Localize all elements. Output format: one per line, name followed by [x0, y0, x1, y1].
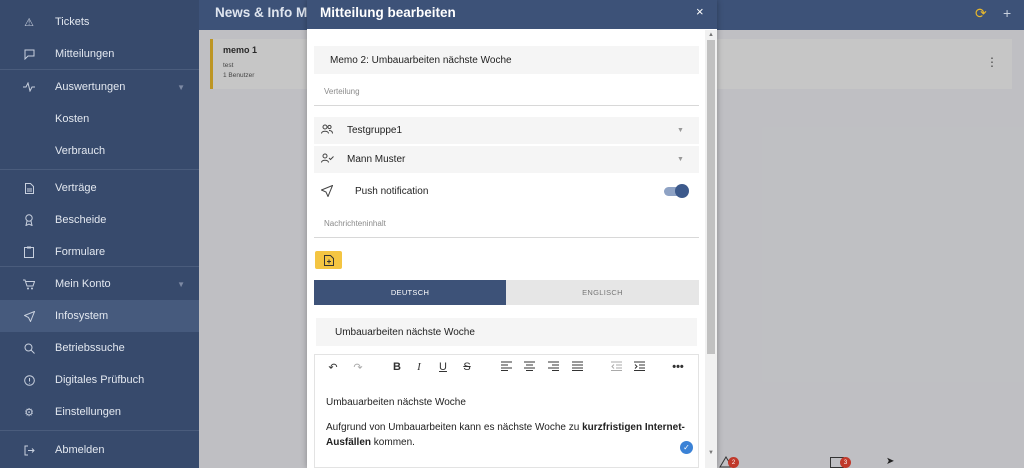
user-check-icon	[321, 153, 334, 166]
content-label: Nachrichteninhalt	[324, 219, 386, 228]
sidebar-item-formulare[interactable]: Formulare	[0, 236, 199, 268]
editor-body-text: Aufgrund von Umbauarbeiten kann es nächs…	[326, 422, 580, 433]
tab-englisch[interactable]: ENGLISCH	[506, 280, 699, 305]
scroll-up-icon[interactable]: ▲	[708, 32, 714, 38]
subject-value: Umbauarbeiten nächste Woche	[335, 326, 475, 338]
gear-icon: ⚙	[24, 406, 34, 419]
sidebar: ⚠ Tickets Mitteilungen Auswertungen ▼ Ko…	[0, 0, 199, 468]
undo-icon[interactable]: ↶	[326, 361, 340, 374]
search-icon	[22, 341, 36, 355]
caret-down-icon: ▼	[677, 127, 684, 134]
user-select-value: Mann Muster	[347, 154, 406, 165]
document-icon	[22, 181, 36, 195]
award-icon	[22, 213, 36, 227]
outdent-icon[interactable]	[609, 361, 623, 374]
sidebar-divider	[0, 266, 199, 267]
sidebar-item-label: Infosystem	[55, 310, 109, 322]
info-icon	[22, 373, 36, 387]
tab-deutsch[interactable]: DEUTSCH	[314, 280, 506, 305]
more-horizontal-icon[interactable]: •••	[671, 361, 685, 373]
sidebar-item-label: Bescheide	[55, 214, 107, 226]
close-icon[interactable]: ×	[696, 4, 704, 19]
refresh-icon[interactable]: ⟳	[975, 5, 987, 22]
sidebar-item-vertraege[interactable]: Verträge	[0, 172, 199, 204]
sidebar-divider	[0, 430, 199, 431]
activity-icon	[22, 80, 36, 94]
sidebar-item-mitteilungen[interactable]: Mitteilungen	[0, 38, 199, 70]
scrollbar-thumb[interactable]	[707, 40, 715, 354]
sidebar-item-infosystem[interactable]: Infosystem	[0, 300, 199, 332]
sidebar-item-label: Kosten	[55, 113, 90, 125]
add-file-button[interactable]	[315, 251, 342, 269]
file-plus-icon	[323, 254, 334, 266]
edit-message-dialog: Mitteilung bearbeiten × ▲ ▼ Memo 2: Umba…	[307, 0, 717, 468]
logout-icon	[22, 443, 36, 457]
subject-input[interactable]: Umbauarbeiten nächste Woche	[316, 318, 697, 346]
notification-badge: 2	[728, 457, 739, 468]
sidebar-item-label: Mitteilungen	[55, 48, 115, 60]
sidebar-item-auswertungen[interactable]: Auswertungen ▼	[0, 71, 199, 103]
sidebar-item-label: Verträge	[55, 182, 97, 194]
redo-icon[interactable]: ↷	[351, 361, 365, 374]
scroll-down-icon[interactable]: ▼	[708, 450, 714, 456]
align-left-icon[interactable]	[499, 361, 513, 374]
group-select-value: Testgruppe1	[347, 125, 403, 136]
editor-body: Aufgrund von Umbauarbeiten kann es nächs…	[326, 421, 686, 450]
sidebar-item-label: Abmelden	[55, 444, 105, 456]
toggle-knob[interactable]	[675, 184, 689, 198]
message-icon	[22, 47, 36, 61]
sidebar-item-kosten[interactable]: Kosten	[0, 103, 199, 135]
sidebar-item-digitales-pruefbuch[interactable]: Digitales Prüfbuch	[0, 364, 199, 396]
send-icon	[22, 309, 36, 323]
check-icon[interactable]: ✓	[680, 441, 693, 454]
push-notification-label: Push notification	[355, 186, 429, 197]
italic-icon[interactable]: I	[412, 361, 426, 373]
sidebar-item-label: Verbrauch	[55, 145, 106, 157]
users-icon	[321, 124, 333, 137]
sidebar-divider	[0, 169, 199, 170]
indent-icon[interactable]	[632, 361, 646, 374]
bold-icon[interactable]: B	[390, 361, 404, 373]
dialog-title: Mitteilung bearbeiten	[320, 5, 456, 20]
align-justify-icon[interactable]	[570, 361, 584, 374]
sidebar-item-betriebssuche[interactable]: Betriebssuche	[0, 332, 199, 364]
chevron-down-icon: ▼	[177, 279, 185, 289]
sidebar-item-einstellungen[interactable]: ⚙ Einstellungen	[0, 396, 199, 428]
sidebar-item-verbrauch[interactable]: Verbrauch	[0, 135, 199, 167]
divider	[314, 105, 699, 106]
add-icon[interactable]: +	[1003, 5, 1011, 21]
notification-badge: 3	[840, 457, 851, 468]
distribution-label: Verteilung	[324, 87, 360, 96]
editor-heading: Umbauarbeiten nächste Woche	[326, 397, 466, 408]
underline-icon[interactable]: U	[436, 361, 450, 373]
sidebar-divider	[0, 69, 199, 70]
strikethrough-icon[interactable]: S	[460, 361, 474, 373]
page-title: News & Info Mit	[215, 5, 316, 20]
sidebar-item-label: Formulare	[55, 246, 106, 258]
caret-down-icon: ▼	[677, 156, 684, 163]
sidebar-item-label: Tickets	[55, 16, 90, 28]
sidebar-item-label: Mein Konto	[55, 278, 111, 290]
align-center-icon[interactable]	[522, 361, 536, 374]
sidebar-item-label: Einstellungen	[55, 406, 122, 418]
sidebar-item-mein-konto[interactable]: Mein Konto ▼	[0, 268, 199, 300]
clipboard-icon	[22, 245, 36, 259]
align-right-icon[interactable]	[546, 361, 560, 374]
mouse-cursor-icon: ➤	[886, 456, 895, 467]
sidebar-item-bescheide[interactable]: Bescheide	[0, 204, 199, 236]
send-icon	[320, 184, 334, 200]
sidebar-item-label: Digitales Prüfbuch	[55, 374, 145, 386]
editor-body-text: kommen.	[373, 436, 415, 448]
sidebar-item-label: Auswertungen	[55, 81, 126, 93]
chevron-down-icon: ▼	[177, 82, 185, 92]
sidebar-item-tickets[interactable]: ⚠ Tickets	[0, 6, 199, 38]
cart-icon	[22, 277, 36, 291]
editor-body-bold: kurzfristigen	[582, 422, 643, 433]
warning-icon: ⚠	[24, 16, 34, 29]
sidebar-item-abmelden[interactable]: Abmelden	[0, 434, 199, 466]
sidebar-item-label: Betriebssuche	[55, 342, 125, 354]
divider	[314, 237, 699, 238]
message-title-input[interactable]: Memo 2: Umbauarbeiten nächste Woche	[314, 46, 699, 74]
message-title-value: Memo 2: Umbauarbeiten nächste Woche	[330, 54, 512, 66]
